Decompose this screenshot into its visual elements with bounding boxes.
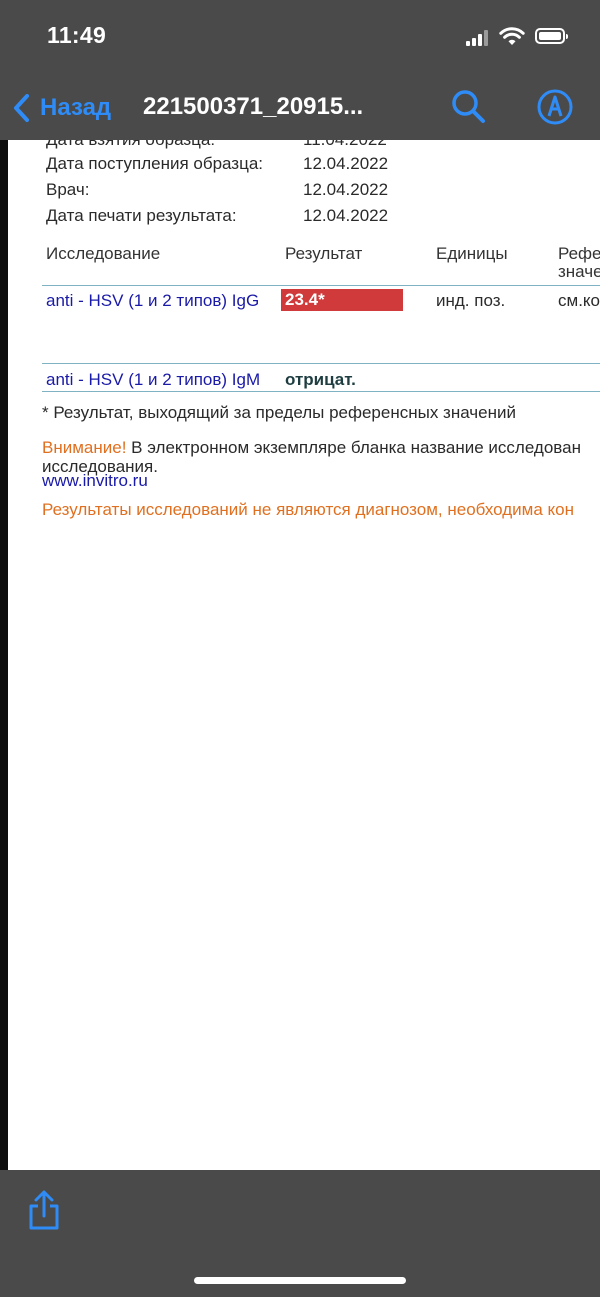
back-button[interactable]: Назад [12,88,111,128]
table-divider [42,391,600,392]
test-name: anti - HSV (1 и 2 типов) IgM [46,370,261,389]
table-divider [42,363,600,364]
footnote: * Результат, выходящий за пределы рефере… [42,403,516,422]
cellular-signal-icon [466,30,490,46]
column-header-result: Результат [285,244,363,263]
info-label: Дата поступления образца: [46,154,264,173]
info-value: 12.04.2022 [303,206,389,225]
result-out-of-range: 23.4* [281,289,403,311]
document-title: 221500371_20915... [143,93,364,120]
info-value: 12.04.2022 [303,154,389,173]
info-value: 12.04.2022 [303,180,389,199]
home-indicator[interactable] [194,1277,406,1284]
attention-note: Внимание! В электронном экземпляре бланк… [42,438,581,458]
info-label: Врач: [46,180,90,199]
attention-text: В электронном экземпляре бланка название… [126,438,581,457]
search-icon[interactable] [450,88,486,124]
disclaimer: Результаты исследований не являются диаг… [42,500,574,519]
attention-label: Внимание! [42,438,127,457]
reference-value: см.ко [558,291,600,310]
invitro-link[interactable]: www.invitro.ru [42,471,148,491]
info-label: Дата взятия образца: [46,140,215,150]
info-value: 11.04.2022 [303,140,387,150]
back-button-label: Назад [40,94,112,121]
battery-icon [535,28,568,44]
column-header-study: Исследование [46,244,161,263]
page-edge [0,140,8,1170]
info-label: Дата печати результата: [46,206,237,225]
column-header-reference: Рефе [558,244,600,263]
result-value: отрицат. [285,370,356,389]
result-units: инд. поз. [436,291,506,310]
test-name: anti - HSV (1 и 2 типов) IgG [46,291,260,310]
clock: 11:49 [47,22,107,48]
wifi-icon [499,27,525,45]
markup-icon[interactable] [536,88,574,126]
table-divider [42,285,600,286]
pdf-page[interactable]: Дата взятия образца: 11.04.2022 Дата пос… [8,140,600,1170]
share-icon[interactable] [27,1190,61,1232]
column-header-units: Единицы [436,244,508,263]
column-header-reference-line2: значе [558,262,600,281]
status-bar: 11:49 [0,0,600,75]
chevron-left-icon [14,94,29,122]
